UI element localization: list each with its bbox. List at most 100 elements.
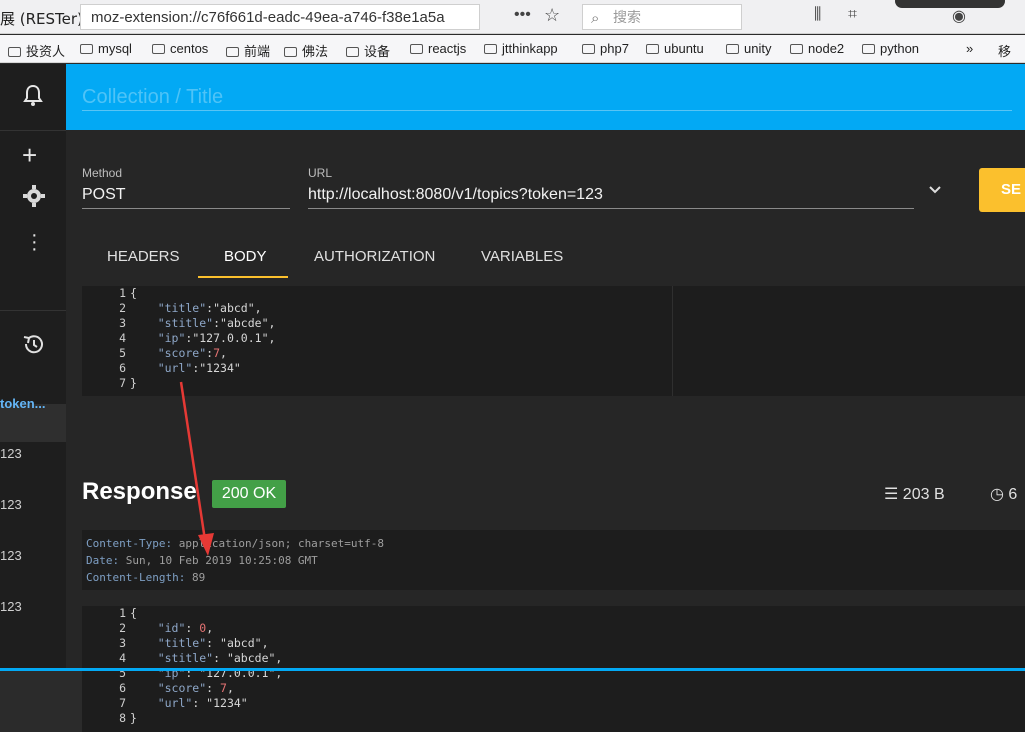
code-line: }: [130, 711, 282, 726]
line-number: 6: [119, 361, 126, 375]
plus-icon[interactable]: +: [22, 140, 37, 171]
folder-icon: [226, 47, 239, 57]
rester-app: + · · · token... 123 123 123 123 Collectio…: [0, 64, 1025, 732]
code-line: "title": "abcd",: [130, 636, 282, 651]
library-icon[interactable]: ⫼: [814, 6, 821, 24]
sidebar-divider: [0, 130, 66, 131]
bookmark-item[interactable]: jtthinkapp: [484, 41, 558, 56]
folder-icon: [862, 44, 875, 54]
bookmark-item[interactable]: unity: [726, 41, 771, 56]
code-line: "id": 0,: [130, 621, 282, 636]
bookmark-item[interactable]: mysql: [80, 41, 132, 56]
code-token: 7: [220, 681, 227, 695]
gear-icon[interactable]: [22, 184, 46, 214]
url-field[interactable]: http://localhost:8080/v1/topics?token=12…: [308, 186, 603, 204]
history-item[interactable]: 123: [0, 446, 22, 461]
code-line: "url":"1234": [130, 361, 275, 376]
history-item[interactable]: 123: [0, 548, 22, 563]
status-badge: 200 OK: [212, 480, 286, 508]
bookmarks-overflow-button[interactable]: »: [966, 41, 973, 56]
line-number: 4: [119, 331, 126, 345]
page-actions-icon[interactable]: •••: [514, 6, 531, 24]
bookmark-item[interactable]: centos: [152, 41, 208, 56]
folder-icon: [790, 44, 803, 54]
line-number: 8: [119, 711, 126, 725]
collection-title-input[interactable]: Collection / Title: [82, 86, 223, 109]
bell-icon[interactable]: [22, 84, 44, 114]
bookmark-item[interactable]: 设备: [346, 41, 390, 60]
code-token: "score": [130, 346, 207, 360]
tab-variables[interactable]: VARIABLES: [481, 248, 563, 265]
folder-icon: [8, 47, 21, 57]
send-button[interactable]: SE: [979, 168, 1025, 212]
tab-headers[interactable]: HEADERS: [107, 248, 180, 265]
bookmark-item[interactable]: 佛法: [284, 41, 328, 60]
address-bar[interactable]: moz-extension://c76f661d-eadc-49ea-a746-…: [80, 4, 480, 30]
code-token: "abcd": [213, 301, 255, 315]
extension-icon[interactable]: ◉: [952, 6, 966, 26]
more-vert-icon[interactable]: · · ·: [31, 225, 38, 259]
search-icon: ⌕: [591, 10, 600, 27]
method-label: Method: [82, 166, 123, 180]
browser-toolbar: 展 (RESTer) moz-extension://c76f661d-eadc…: [0, 0, 1025, 34]
code-token: "stitle": [130, 316, 214, 330]
code-token: "stitle": [130, 651, 214, 665]
line-number: 2: [119, 301, 126, 315]
request-panel: Method POST URL http://localhost:8080/v1…: [66, 130, 1025, 732]
star-icon[interactable]: ☆: [544, 5, 560, 26]
editor-gutter: 1234567: [82, 286, 126, 391]
code-token: ,: [275, 651, 283, 665]
code-token: :: [206, 681, 221, 695]
chevron-down-icon[interactable]: [928, 182, 942, 200]
tab-body[interactable]: BODY: [224, 248, 267, 265]
bookmark-item[interactable]: 投资人: [8, 41, 65, 60]
browser-tab-title[interactable]: 展 (RESTer): [0, 8, 83, 29]
code-token: ,: [220, 346, 227, 360]
sidebar-divider: [0, 310, 66, 311]
code-token: ,: [268, 316, 276, 330]
code-token: }: [130, 376, 137, 390]
folder-icon: [726, 44, 739, 54]
collection-title-underline: [82, 110, 1012, 111]
line-number: 4: [119, 651, 126, 665]
line-number: 3: [119, 316, 126, 330]
folder-icon: [484, 44, 497, 54]
screenshot-icon[interactable]: ⌗: [848, 6, 857, 24]
response-size: ☰ 203 B: [884, 486, 945, 503]
line-number: 6: [119, 681, 126, 695]
method-field[interactable]: POST: [82, 186, 126, 204]
bookmark-item[interactable]: 移: [998, 41, 1011, 60]
bookmark-item[interactable]: php7: [582, 41, 629, 56]
code-token: "ip": [130, 331, 186, 345]
active-tab-indicator: [198, 276, 288, 278]
bookmark-item[interactable]: reactjs: [410, 41, 466, 56]
bookmark-item[interactable]: node2: [790, 41, 844, 56]
line-number: 3: [119, 636, 126, 650]
folder-icon: [80, 44, 93, 54]
history-item[interactable]: 123: [0, 497, 22, 512]
editor-code[interactable]: { "title":"abcd", "stitle":"abcde", "ip"…: [130, 286, 275, 391]
history-item[interactable]: token...: [0, 396, 46, 411]
line-number: 1: [119, 606, 126, 620]
code-token: ,: [268, 331, 276, 345]
profile-indicator: [895, 0, 1005, 8]
code-token: "1234": [199, 361, 241, 375]
tab-authorization[interactable]: AUTHORIZATION: [314, 248, 435, 265]
bookmark-item[interactable]: ubuntu: [646, 41, 704, 56]
line-number: 2: [119, 621, 126, 635]
url-underline: [308, 208, 914, 209]
bookmark-item[interactable]: python: [862, 41, 919, 56]
line-number: 5: [119, 346, 126, 360]
history-icon[interactable]: [22, 332, 46, 362]
code-token: "url": [130, 696, 193, 710]
folder-icon: [152, 44, 165, 54]
browser-search-input[interactable]: ⌕ 搜索: [582, 4, 742, 30]
editor-code[interactable]: { "id": 0, "title": "abcd", "stitle": "a…: [130, 606, 282, 726]
method-underline: [82, 208, 290, 209]
bookmark-item[interactable]: 前端: [226, 41, 270, 60]
request-body-editor[interactable]: 1234567 { "title":"abcd", "stitle":"abcd…: [82, 286, 1025, 396]
code-line: {: [130, 606, 282, 621]
code-token: "score": [130, 681, 207, 695]
history-item[interactable]: 123: [0, 599, 22, 614]
code-token: ,: [206, 621, 214, 635]
